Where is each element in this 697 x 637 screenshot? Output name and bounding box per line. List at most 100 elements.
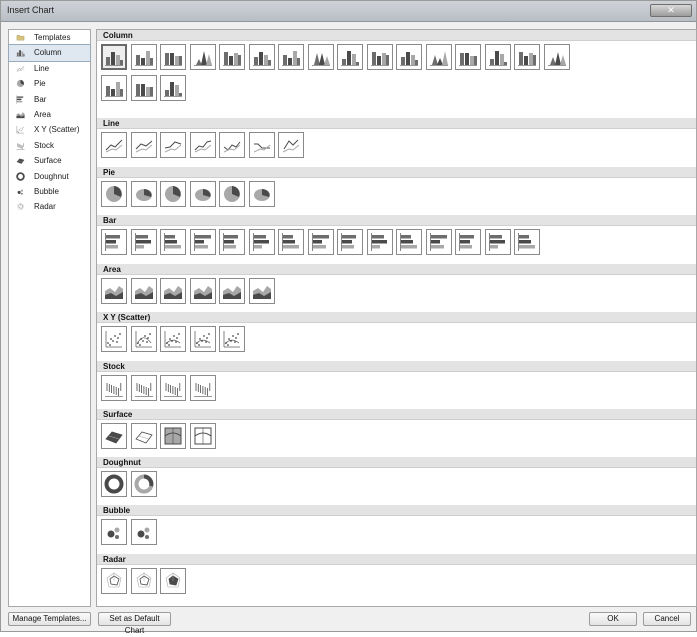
surface-chart-thumb-1[interactable] [101, 423, 127, 449]
stock-chart-thumb-4[interactable] [189, 375, 216, 401]
bar-chart-thumb-3[interactable] [160, 229, 186, 255]
close-button[interactable]: ✕ [650, 4, 692, 17]
doughnut-chart-icon [15, 171, 26, 181]
column-chart-thumb-10[interactable] [366, 44, 393, 70]
title-bar[interactable]: Insert Chart ✕ [1, 1, 696, 22]
set-default-chart-button[interactable]: Set as Default Chart [98, 612, 171, 635]
column-chart-thumb-4[interactable] [189, 44, 216, 70]
sidebar-item-column[interactable]: Column [8, 44, 91, 62]
pie-chart-thumb-5[interactable] [219, 181, 245, 207]
bubble-chart-thumb-2[interactable] [130, 519, 157, 545]
column-chart-thumb-8[interactable] [307, 44, 334, 70]
line-chart-thumb-4[interactable] [189, 132, 216, 158]
sidebar-item-line[interactable]: Line [9, 61, 90, 76]
column-chart-thumb-1[interactable] [101, 44, 127, 70]
line-chart-thumb-7[interactable] [278, 132, 304, 158]
bar-chart-thumb-6[interactable] [248, 229, 275, 255]
sidebar-item-x-y-scatter[interactable]: X Y (Scatter) [9, 122, 90, 137]
column-chart-thumb-13[interactable] [455, 44, 481, 70]
stock-chart-thumb-3[interactable] [160, 375, 186, 401]
sidebar-item-bubble[interactable]: Bubble [9, 184, 90, 199]
column-chart-thumb-11[interactable] [396, 44, 422, 70]
bar-chart-thumb-8[interactable] [307, 229, 334, 255]
column-chart-thumb-18[interactable] [130, 75, 157, 101]
sidebar-item-area[interactable]: Area [9, 107, 90, 122]
sidebar-item-radar[interactable]: Radar [9, 199, 90, 214]
bar-chart-thumb-14[interactable] [484, 229, 511, 255]
scatter-chart-thumb-2[interactable] [130, 326, 157, 352]
line-chart-icon [134, 135, 154, 155]
bar-chart-thumb-5[interactable] [219, 229, 245, 255]
column-chart-thumb-15[interactable] [514, 44, 540, 70]
sidebar-item-bar[interactable]: Bar [9, 92, 90, 107]
bar-chart-thumb-7[interactable] [278, 229, 304, 255]
radar-chart-thumb-1[interactable] [101, 568, 127, 594]
doughnut-chart-thumb-2[interactable] [130, 471, 157, 497]
bar-chart-thumb-1[interactable] [101, 229, 127, 255]
bar-chart-icon [134, 232, 154, 252]
bar-chart-thumb-9[interactable] [337, 229, 363, 255]
pie-chart-thumb-2[interactable] [130, 181, 157, 207]
column-chart-thumb-16[interactable] [543, 44, 570, 70]
column-chart-icon [547, 47, 567, 67]
area-chart-thumb-1[interactable] [101, 278, 127, 304]
column-chart-thumb-3[interactable] [160, 44, 186, 70]
sidebar-item-doughnut[interactable]: Doughnut [9, 169, 90, 184]
sidebar-item-templates[interactable]: Templates [9, 30, 90, 45]
bar-chart-thumb-15[interactable] [514, 229, 540, 255]
column-chart-thumb-17[interactable] [101, 75, 127, 101]
column-chart-thumb-2[interactable] [130, 44, 157, 70]
scatter-chart-thumb-3[interactable] [160, 326, 186, 352]
bubble-chart-thumb-1[interactable] [101, 519, 127, 545]
radar-chart-thumb-2[interactable] [130, 568, 157, 594]
column-chart-thumb-7[interactable] [278, 44, 304, 70]
line-chart-thumb-6[interactable] [248, 132, 275, 158]
doughnut-chart-thumb-1[interactable] [101, 471, 127, 497]
column-chart-thumb-19[interactable] [160, 75, 186, 101]
scatter-chart-thumb-1[interactable] [101, 326, 127, 352]
pie-chart-thumb-6[interactable] [248, 181, 275, 207]
bar-chart-thumb-11[interactable] [396, 229, 422, 255]
manage-templates-button[interactable]: Manage Templates... [8, 612, 91, 626]
bar-chart-thumb-12[interactable] [425, 229, 452, 255]
column-chart-icon [134, 47, 154, 67]
area-chart-thumb-6[interactable] [248, 278, 275, 304]
surface-chart-icon [163, 426, 183, 446]
sidebar-item-pie[interactable]: Pie [9, 76, 90, 91]
stock-chart-thumb-2[interactable] [130, 375, 157, 401]
pie-chart-thumb-1[interactable] [101, 181, 127, 207]
area-chart-icon [104, 281, 124, 301]
area-chart-thumb-5[interactable] [219, 278, 245, 304]
line-chart-thumb-2[interactable] [130, 132, 157, 158]
doughnut-chart-icon [104, 474, 124, 494]
line-chart-thumb-5[interactable] [219, 132, 245, 158]
stock-chart-thumb-1[interactable] [101, 375, 127, 401]
area-chart-thumb-4[interactable] [189, 278, 216, 304]
pie-chart-thumb-3[interactable] [160, 181, 186, 207]
line-chart-thumb-1[interactable] [101, 132, 127, 158]
surface-chart-thumb-4[interactable] [189, 423, 216, 449]
line-chart-thumb-3[interactable] [160, 132, 186, 158]
column-chart-thumb-5[interactable] [219, 44, 245, 70]
bar-chart-thumb-10[interactable] [366, 229, 393, 255]
bar-chart-thumb-4[interactable] [189, 229, 216, 255]
column-chart-icon [104, 47, 124, 67]
column-chart-thumb-6[interactable] [248, 44, 275, 70]
surface-chart-thumb-2[interactable] [130, 423, 157, 449]
surface-chart-thumb-3[interactable] [160, 423, 186, 449]
sidebar-item-surface[interactable]: Surface [9, 153, 90, 168]
column-chart-thumb-14[interactable] [484, 44, 511, 70]
bar-chart-thumb-13[interactable] [455, 229, 481, 255]
area-chart-thumb-3[interactable] [160, 278, 186, 304]
cancel-button[interactable]: Cancel [643, 612, 691, 626]
bar-chart-thumb-2[interactable] [130, 229, 157, 255]
radar-chart-thumb-3[interactable] [160, 568, 186, 594]
column-chart-thumb-12[interactable] [425, 44, 452, 70]
scatter-chart-thumb-5[interactable] [219, 326, 245, 352]
ok-button[interactable]: OK [589, 612, 637, 626]
area-chart-thumb-2[interactable] [130, 278, 157, 304]
pie-chart-thumb-4[interactable] [189, 181, 216, 207]
scatter-chart-thumb-4[interactable] [189, 326, 216, 352]
sidebar-item-stock[interactable]: Stock [9, 138, 90, 153]
column-chart-thumb-9[interactable] [337, 44, 363, 70]
